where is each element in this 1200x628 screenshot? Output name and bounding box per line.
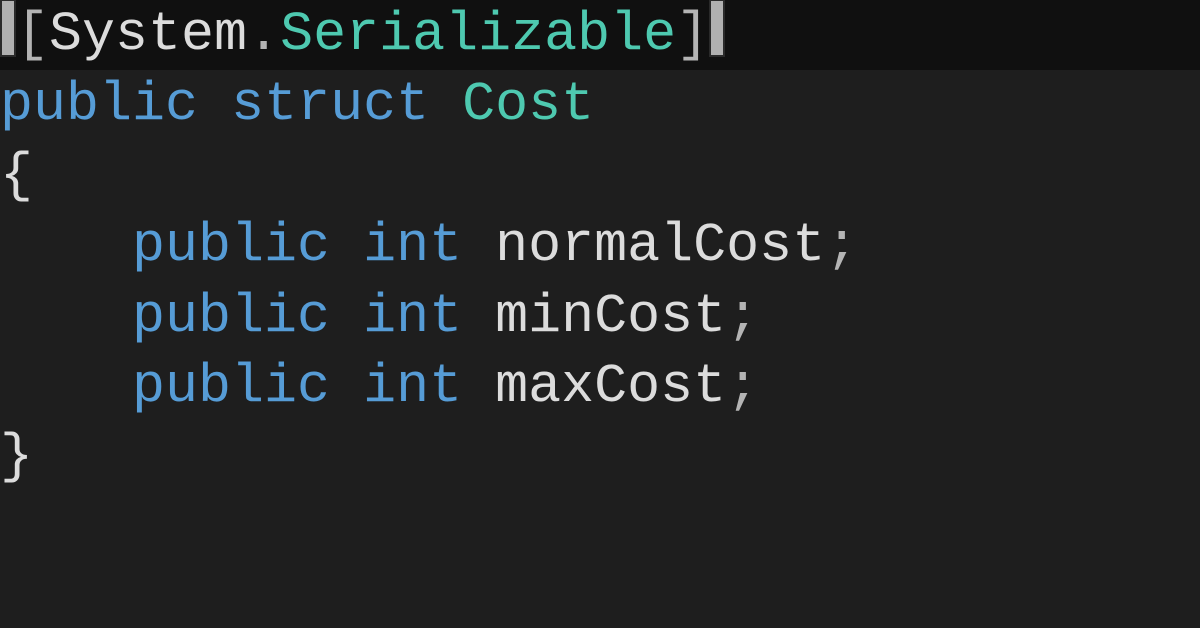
attr-close-bracket: ]: [676, 3, 709, 66]
attr-dot: .: [247, 3, 280, 66]
space: [198, 73, 231, 136]
semi: ;: [726, 285, 759, 348]
kw-int: int: [363, 285, 462, 348]
semi: ;: [726, 355, 759, 418]
attr-namespace: System: [49, 3, 247, 66]
indent: [0, 214, 132, 277]
code-editor[interactable]: [System.Serializable] public struct Cost…: [0, 0, 1200, 628]
code-line-6[interactable]: public int minCost;: [0, 282, 1200, 352]
kw-public: public: [0, 73, 198, 136]
space: [429, 73, 462, 136]
indent: [0, 285, 132, 348]
space: [330, 214, 363, 277]
caret-start: [0, 0, 16, 70]
code-line-9[interactable]: }: [0, 422, 1200, 492]
kw-int: int: [363, 214, 462, 277]
caret-end: [709, 0, 725, 70]
attr-name: Serializable: [280, 3, 676, 66]
attr-open-bracket: [: [16, 3, 49, 66]
kw-int: int: [363, 355, 462, 418]
kw-struct: struct: [231, 73, 429, 136]
field-maxCost: maxCost: [495, 355, 726, 418]
semi: ;: [825, 214, 858, 277]
space: [330, 285, 363, 348]
kw-public: public: [132, 214, 330, 277]
code-line-2[interactable]: public struct Cost: [0, 70, 1200, 140]
field-minCost: minCost: [495, 285, 726, 348]
kw-public: public: [132, 285, 330, 348]
code-line-1[interactable]: [System.Serializable]: [0, 0, 1200, 70]
open-brace: {: [0, 144, 33, 207]
space: [330, 355, 363, 418]
code-line-5[interactable]: public int normalCost;: [0, 211, 1200, 281]
code-line-7[interactable]: public int maxCost;: [0, 352, 1200, 422]
space: [462, 214, 495, 277]
indent: [0, 355, 132, 418]
field-normalCost: normalCost: [495, 214, 825, 277]
kw-public: public: [132, 355, 330, 418]
code-line-3[interactable]: {: [0, 141, 1200, 211]
struct-name: Cost: [462, 73, 594, 136]
close-brace: }: [0, 425, 33, 488]
space: [462, 355, 495, 418]
space: [462, 285, 495, 348]
